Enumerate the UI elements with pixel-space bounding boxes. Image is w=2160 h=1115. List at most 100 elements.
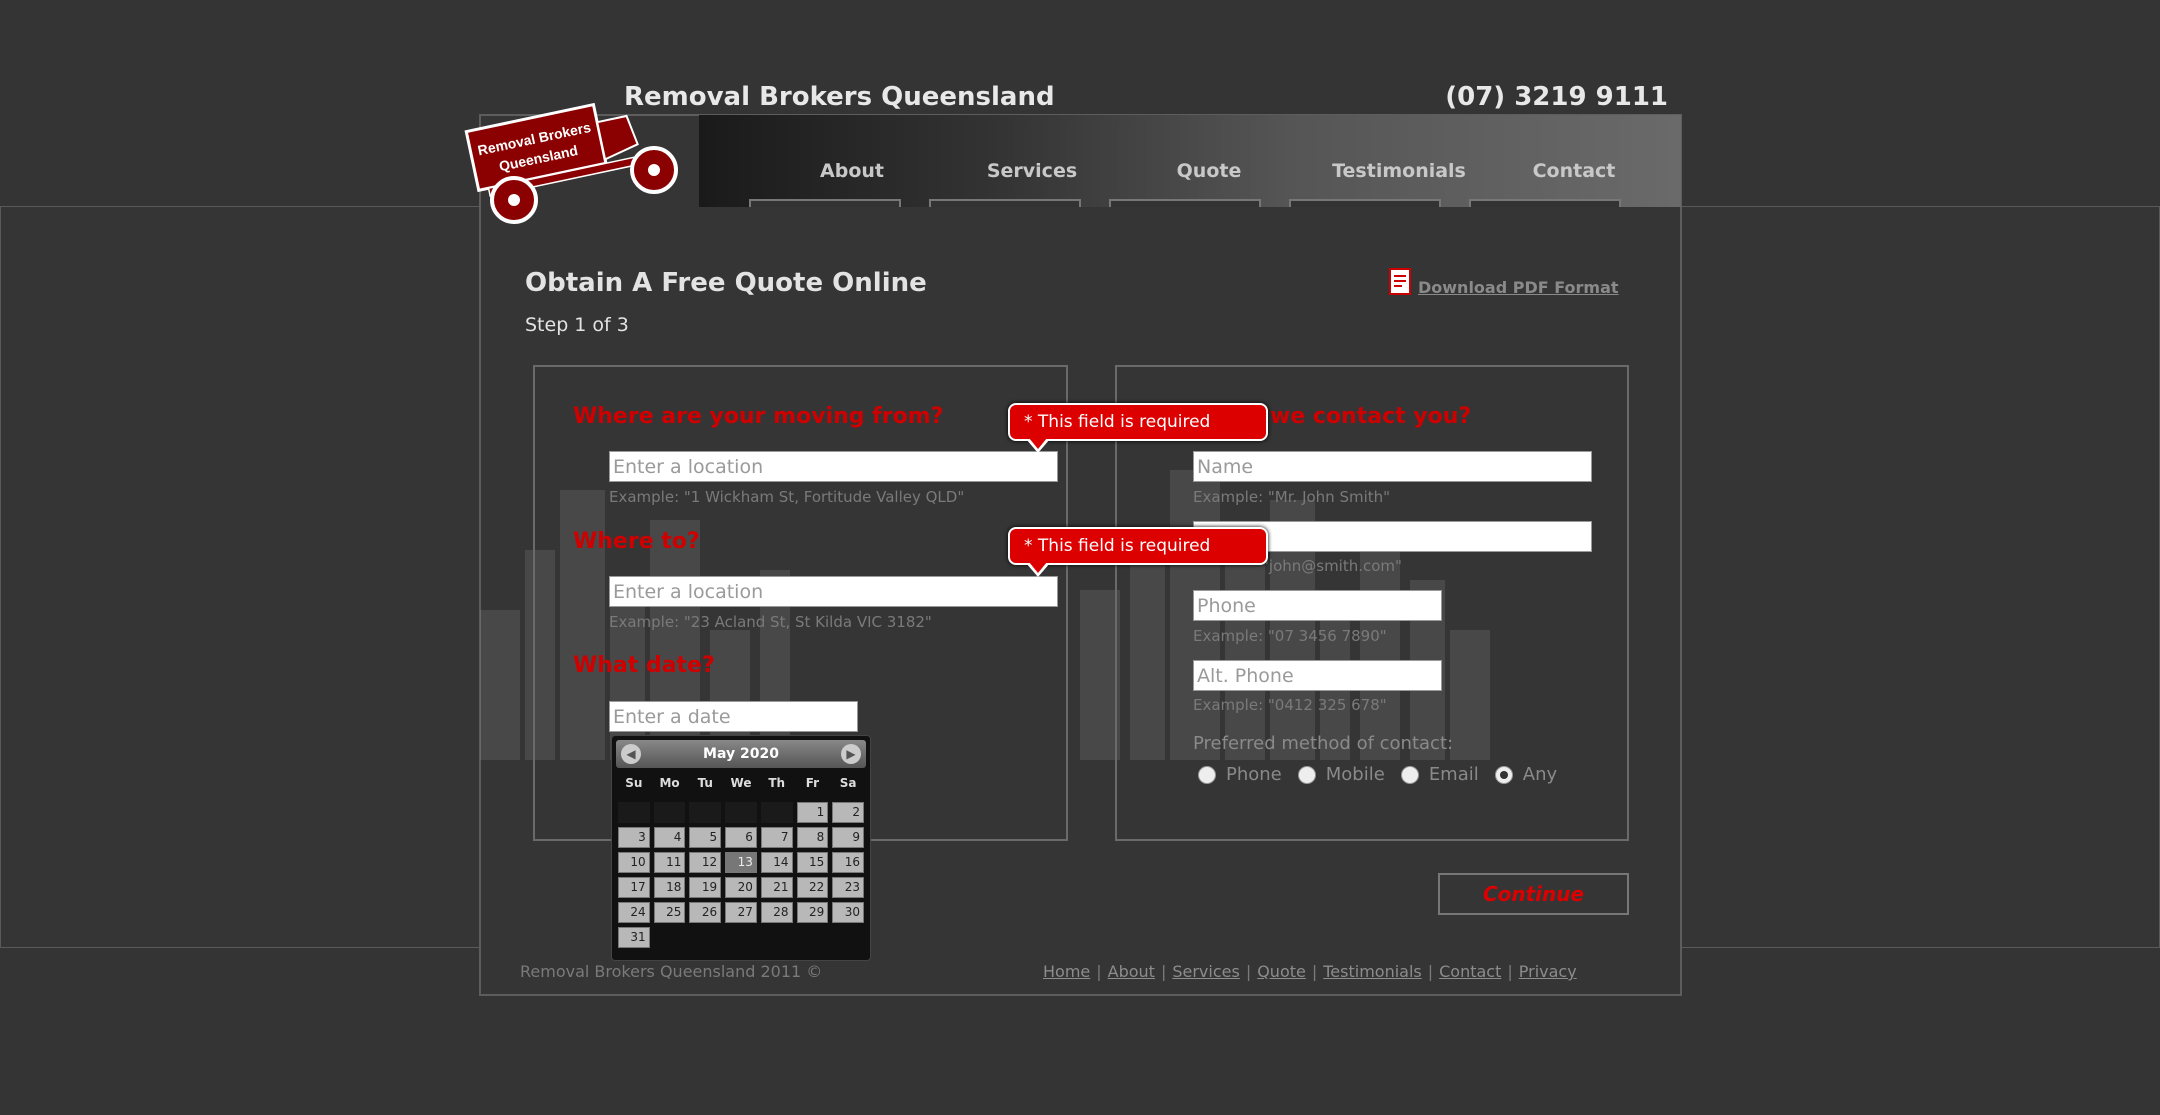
nav-tab-shape xyxy=(749,199,901,207)
weekday-label: Mo xyxy=(659,776,680,790)
moving-to-input[interactable]: Enter a location xyxy=(609,576,1058,607)
date-input[interactable]: Enter a date xyxy=(609,701,858,732)
weekday-label: We xyxy=(730,776,752,790)
radio-phone[interactable] xyxy=(1198,765,1216,784)
footer-link-services[interactable]: Services xyxy=(1172,962,1239,981)
day-cell[interactable]: 9 xyxy=(832,827,864,848)
radio-label-phone: Phone xyxy=(1226,764,1282,785)
required-tooltip-email: * This field is required xyxy=(1008,527,1268,577)
footer-link-home[interactable]: Home xyxy=(1043,962,1090,981)
day-cell[interactable]: 23 xyxy=(832,877,864,898)
footer-link-about[interactable]: About xyxy=(1108,962,1155,981)
footer-links: Home | About | Services | Quote | Testimonials | C… xyxy=(1043,962,1577,981)
nav-testimonials[interactable]: Testimonials xyxy=(1299,160,1499,182)
day-cell[interactable]: 20 xyxy=(725,877,757,898)
phone-hint: Example: "07 3456 7890" xyxy=(1193,627,1387,645)
nav-about[interactable]: About xyxy=(787,160,917,182)
link-separator: | xyxy=(1507,962,1513,981)
datepicker-header: ◀ May 2020 ▶ xyxy=(616,740,866,768)
day-cell[interactable]: 7 xyxy=(760,827,793,848)
nav-tab-shape xyxy=(1469,199,1621,207)
phone-number: (07) 3219 9111 xyxy=(1445,82,1668,112)
day-blank xyxy=(689,802,722,823)
nav-tab-shape xyxy=(1109,199,1261,207)
day-cell[interactable]: 14 xyxy=(760,852,793,873)
nav-quote[interactable]: Quote xyxy=(1144,160,1274,182)
day-cell[interactable]: 19 xyxy=(689,877,722,898)
day-cell[interactable]: 2 xyxy=(832,802,864,823)
day-cell[interactable]: 29 xyxy=(796,902,829,923)
weekday-label: Su xyxy=(625,776,643,790)
name-hint: Example: "Mr. John Smith" xyxy=(1193,488,1391,506)
day-cell[interactable]: 31 xyxy=(618,927,650,948)
footer-link-contact[interactable]: Contact xyxy=(1439,962,1501,981)
day-cell[interactable]: 21 xyxy=(760,877,793,898)
link-separator: | xyxy=(1427,962,1434,981)
datepicker-days: 1 2 3 4 5 6 7 8 9 10 11 12 13 14 15 16 17 18 19 20 21 22 23 24 2… xyxy=(616,800,866,950)
prev-month-icon[interactable]: ◀ xyxy=(621,744,641,764)
next-month-icon[interactable]: ▶ xyxy=(841,744,861,764)
day-cell[interactable]: 8 xyxy=(796,827,829,848)
datepicker-weekdays: Su Mo Tu We Th Fr Sa xyxy=(616,776,866,794)
contact-question: we contact you? xyxy=(1270,404,1472,429)
weekday-label: Fr xyxy=(805,776,820,790)
footer-link-quote[interactable]: Quote xyxy=(1257,962,1306,981)
main-navigation: About Services Quote Testimonials Contac… xyxy=(699,115,1681,207)
weekday-label: Th xyxy=(768,776,786,790)
day-cell[interactable]: 3 xyxy=(618,827,650,848)
name-input[interactable]: Name xyxy=(1193,451,1592,482)
site-title: Removal Brokers Queensland xyxy=(624,82,1055,112)
radio-email[interactable] xyxy=(1400,765,1419,784)
day-blank xyxy=(618,802,650,823)
radio-label-mobile: Mobile xyxy=(1325,764,1385,785)
day-cell[interactable]: 26 xyxy=(689,902,722,923)
day-cell[interactable]: 10 xyxy=(618,852,650,873)
required-tooltip-from: * This field is required xyxy=(1008,403,1268,453)
day-cell[interactable]: 4 xyxy=(653,827,686,848)
nav-contact[interactable]: Contact xyxy=(1499,160,1649,182)
pdf-download-link[interactable]: Download PDF Format xyxy=(1418,278,1619,297)
nav-tab-shape xyxy=(929,199,1081,207)
phone-input[interactable]: Phone xyxy=(1193,590,1442,621)
link-separator: | xyxy=(1096,962,1102,981)
day-blank xyxy=(760,802,793,823)
day-cell[interactable]: 18 xyxy=(653,877,686,898)
page-title: Obtain A Free Quote Online xyxy=(525,268,927,298)
day-cell[interactable]: 6 xyxy=(725,827,757,848)
day-cell[interactable]: 11 xyxy=(653,852,686,873)
day-cell[interactable]: 30 xyxy=(832,902,864,923)
moving-from-question: Where are your moving from? xyxy=(573,404,944,429)
day-cell[interactable]: 17 xyxy=(618,877,650,898)
day-cell[interactable]: 28 xyxy=(760,902,793,923)
nav-tab-shape xyxy=(1289,199,1441,207)
day-cell[interactable]: 24 xyxy=(618,902,650,923)
day-cell[interactable]: 12 xyxy=(689,852,722,873)
moving-from-input[interactable]: Enter a location xyxy=(609,451,1058,482)
pdf-download[interactable]: Download PDF Format xyxy=(1388,266,1619,297)
day-cell[interactable]: 16 xyxy=(832,852,864,873)
datepicker: ◀ May 2020 ▶ Su Mo Tu We Th Fr Sa 1 2 3 4 5 6 7 8 9 10 1… xyxy=(611,735,871,961)
day-cell[interactable]: 22 xyxy=(796,877,829,898)
weekday-label: Sa xyxy=(839,776,857,790)
continue-button[interactable]: Continue xyxy=(1438,873,1629,915)
datepicker-month: May 2020 xyxy=(703,746,779,762)
alt-phone-input[interactable]: Alt. Phone xyxy=(1193,660,1442,691)
link-separator: | xyxy=(1160,962,1167,981)
footer-link-testimonials[interactable]: Testimonials xyxy=(1323,962,1422,981)
radio-mobile[interactable] xyxy=(1297,765,1316,784)
day-blank xyxy=(725,802,757,823)
day-cell[interactable]: 15 xyxy=(796,852,829,873)
radio-any[interactable] xyxy=(1494,765,1513,784)
footer-copyright: Removal Brokers Queensland 2011 © xyxy=(520,962,823,981)
day-cell[interactable]: 5 xyxy=(689,827,722,848)
day-cell-today[interactable]: 13 xyxy=(725,852,757,873)
weekday-label: Tu xyxy=(697,776,713,790)
nav-services[interactable]: Services xyxy=(967,160,1097,182)
day-cell[interactable]: 25 xyxy=(653,902,686,923)
day-cell[interactable]: 1 xyxy=(796,802,829,823)
footer-link-privacy[interactable]: Privacy xyxy=(1519,962,1577,981)
day-cell[interactable]: 27 xyxy=(725,902,757,923)
alt-phone-hint: Example: "0412 325 678" xyxy=(1193,696,1387,714)
preferred-contact-options: Phone Mobile Email Any xyxy=(1198,764,1573,785)
link-separator: | xyxy=(1245,962,1252,981)
